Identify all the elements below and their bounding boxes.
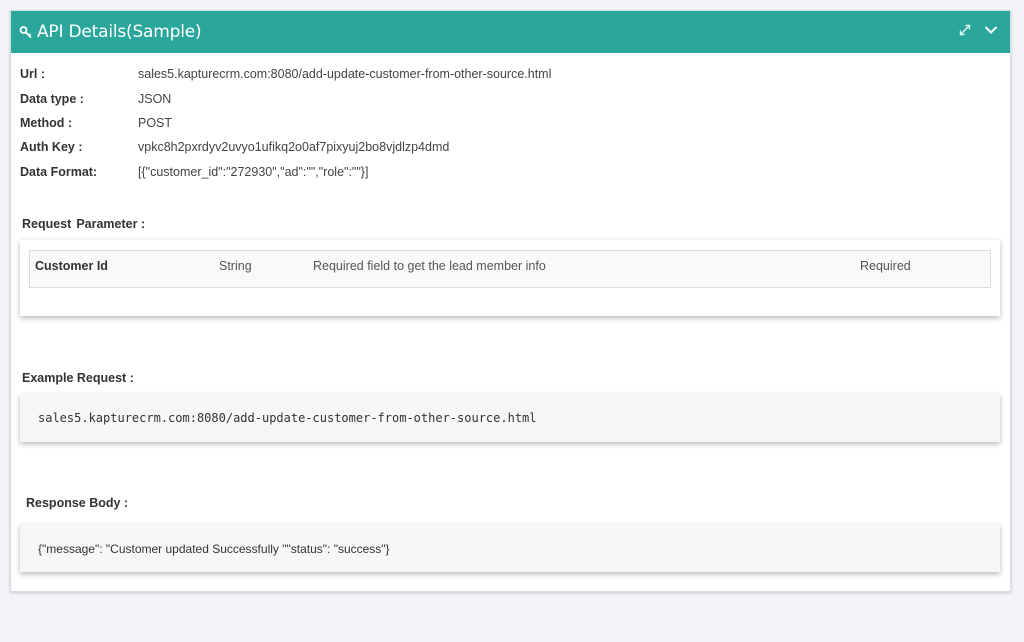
example-request-text: sales5.kapturecrm.com:8080/add-update-cu… [38,411,537,425]
response-body-title: Response Body : [26,496,129,510]
detail-label: Method : [20,116,73,130]
param-required: Required [860,259,911,273]
expand-button[interactable] [954,21,976,43]
detail-value: vpkc8h2pxrdyv2uvyo1ufikq2o0af7pixyuj2bo8… [138,140,450,154]
request-parameter-title-part2: Parameter : [76,217,146,231]
detail-label: Data Format: [20,165,98,179]
detail-label: Auth Key : [20,140,83,154]
panel-title-group: API Details(Sample) [19,11,202,53]
collapse-button[interactable] [980,21,1002,43]
request-parameter-title: Request Parameter : [22,217,145,231]
param-name: Customer Id [35,259,108,273]
panel-title: API Details(Sample) [37,22,202,42]
panel-header: API Details(Sample) [11,11,1010,53]
param-description: Required field to get the lead member in… [313,259,546,273]
detail-value: JSON [138,92,172,106]
example-request-title: Example Request : [22,371,134,385]
key-icon [19,25,33,39]
parameter-table-row: Customer Id String Required field to get… [29,250,991,288]
detail-label: Data type : [20,92,84,106]
chevron-down-icon [983,22,999,43]
request-parameter-title-part1: Request [22,217,72,231]
detail-value: [{"customer_id":"272930","ad":"","role":… [138,165,369,179]
example-request-card: sales5.kapturecrm.com:8080/add-update-cu… [20,394,1000,442]
param-type: String [219,259,252,273]
panel-tools [950,11,1002,53]
response-body-card: {"message": "Customer updated Successful… [20,524,1000,572]
request-parameter-card: Customer Id String Required field to get… [20,240,1000,316]
detail-value: POST [138,116,173,130]
detail-value: sales5.kapturecrm.com:8080/add-update-cu… [138,67,552,81]
detail-label: Url : [20,67,45,81]
api-details-panel: API Details(Sample) Url: sales5.kapture… [10,10,1011,592]
expand-icon [958,23,972,42]
response-body-text: {"message": "Customer updated Successful… [38,542,390,556]
